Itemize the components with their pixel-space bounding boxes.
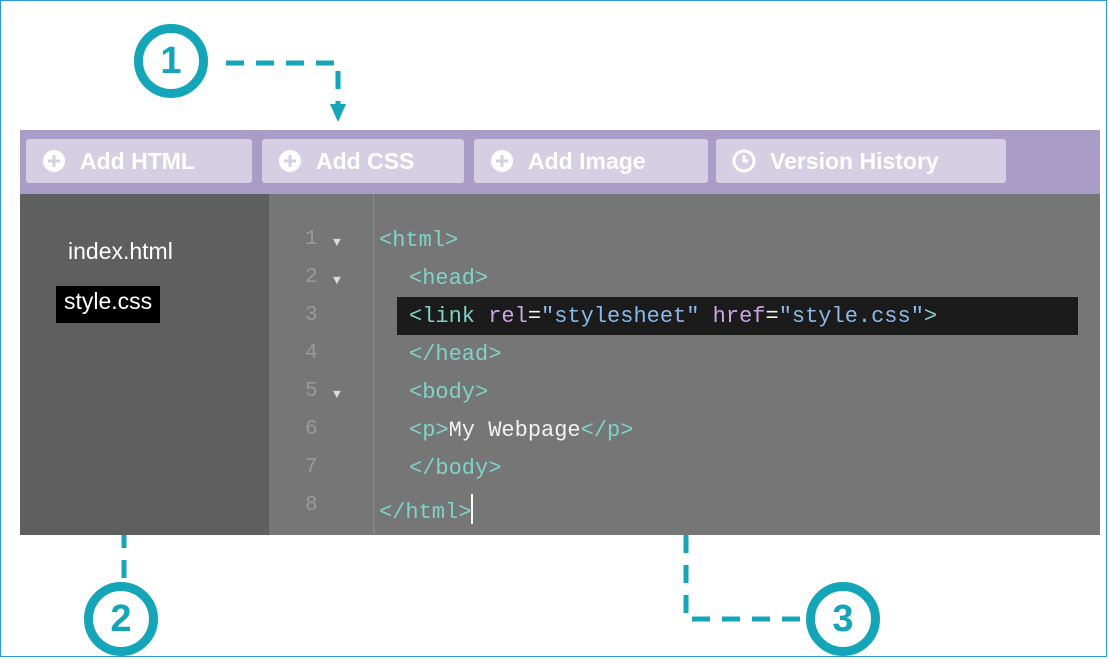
code-line: </body>	[409, 456, 502, 481]
code-line: <p>My Webpage</p>	[409, 418, 634, 443]
file-index-html[interactable]: index.html	[62, 236, 179, 267]
callout-2: 2	[84, 582, 158, 656]
add-css-button[interactable]: Add CSS	[262, 139, 464, 183]
plus-circle-icon	[490, 149, 514, 173]
callout-1: 1	[134, 24, 208, 98]
line-number: 1 ▼	[305, 228, 341, 251]
file-sidebar: index.html style.css	[20, 194, 269, 535]
line-number: 3	[305, 304, 318, 327]
add-image-button[interactable]: Add Image	[474, 139, 708, 183]
code-line-link: <link rel="stylesheet" href="style.css">	[409, 304, 938, 329]
line-number: 5 ▼	[305, 380, 341, 403]
gutter-divider	[373, 194, 374, 535]
fold-arrow-icon[interactable]: ▼	[333, 273, 341, 288]
line-number: 4	[305, 342, 318, 365]
code-editor[interactable]: 1 ▼ 2 ▼ 3 4 5 ▼ 6 7 8 <html> <head> <link r…	[269, 194, 1100, 535]
file-style-css-selected[interactable]: style.css	[56, 286, 161, 323]
add-html-button[interactable]: Add HTML	[26, 139, 252, 183]
plus-circle-icon	[42, 149, 66, 173]
add-html-label: Add HTML	[80, 147, 195, 174]
plus-circle-icon	[278, 149, 302, 173]
version-history-label: Version History	[770, 147, 939, 174]
editor-toolbar: Add HTML Add CSS Add Image Version Histo…	[20, 130, 1100, 194]
code-line: </html>	[379, 494, 474, 525]
code-line: <body>	[409, 380, 489, 405]
line-number: 2 ▼	[305, 266, 341, 289]
callout-3: 3	[806, 582, 880, 656]
text-cursor	[471, 494, 474, 524]
fold-arrow-icon[interactable]: ▼	[333, 387, 341, 402]
line-number: 8	[305, 494, 318, 517]
add-image-label: Add Image	[528, 147, 646, 174]
code-line: <html>	[379, 228, 459, 253]
version-history-button[interactable]: Version History	[716, 139, 1006, 183]
line-number: 7	[305, 456, 318, 479]
add-css-label: Add CSS	[316, 147, 415, 174]
code-line: </head>	[409, 342, 502, 367]
code-line: <head>	[409, 266, 489, 291]
line-number: 6	[305, 418, 318, 441]
fold-arrow-icon[interactable]: ▼	[333, 235, 341, 250]
clock-icon	[732, 149, 756, 173]
